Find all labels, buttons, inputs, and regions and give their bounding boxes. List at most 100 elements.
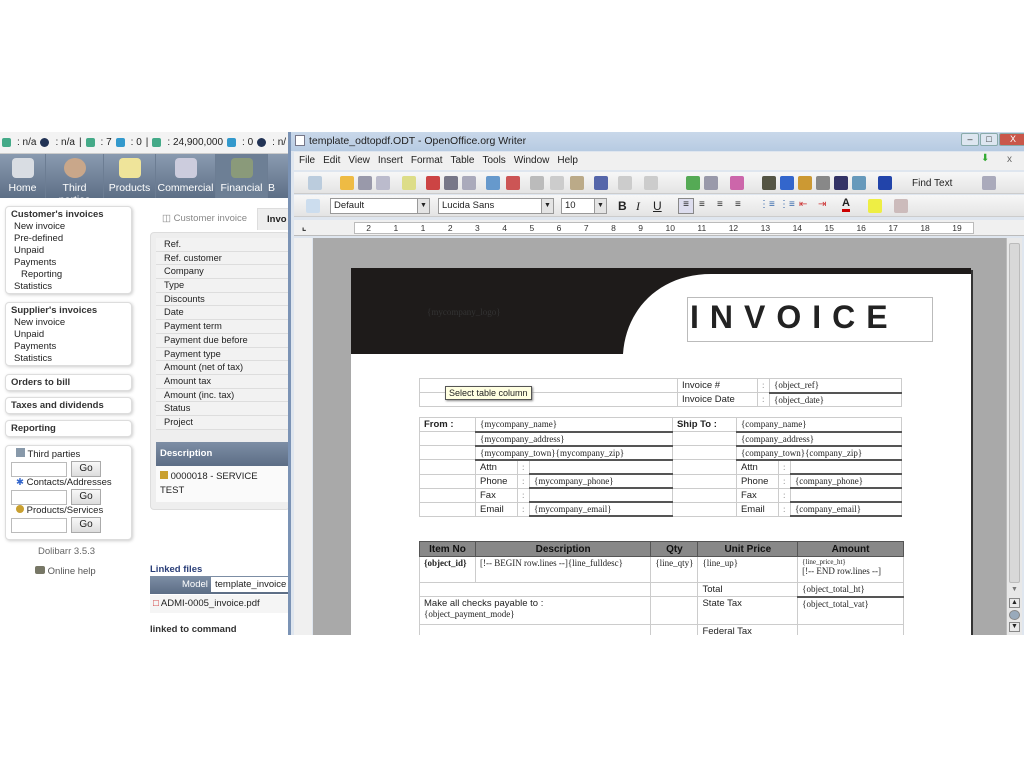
autospell-icon[interactable]: [506, 176, 520, 190]
tab-stop-icon[interactable]: ⌞: [302, 222, 306, 233]
close-document-icon[interactable]: x: [1007, 154, 1012, 165]
to-contact-value[interactable]: {company_email}: [789, 501, 903, 517]
scroll-down-icon[interactable]: ▼: [1011, 586, 1018, 593]
pdf-file-link[interactable]: □ ADMI-0005_invoice.pdf: [150, 595, 290, 613]
online-help-link[interactable]: Online help: [35, 566, 96, 577]
vertical-scrollbar[interactable]: ▼ ▲ ▼: [1006, 238, 1022, 635]
menu-title[interactable]: Customer's invoices: [11, 209, 126, 221]
item-description[interactable]: [!-- BEGIN row.lines --]{line_fulldesc}: [474, 556, 652, 583]
save-icon[interactable]: [358, 176, 372, 190]
tab-invoice[interactable]: Invo: [257, 208, 290, 230]
menu-item[interactable]: Payments: [11, 341, 126, 353]
menu-orders-to-bill[interactable]: Orders to bill: [5, 374, 132, 391]
font-color-icon[interactable]: A: [842, 197, 850, 212]
to-line[interactable]: {company_name}: [735, 417, 903, 433]
copy-icon[interactable]: [550, 176, 564, 190]
undo-icon[interactable]: [618, 176, 632, 190]
bullets-icon[interactable]: ⋮≡: [779, 199, 795, 210]
third-parties-search-input[interactable]: [11, 461, 67, 477]
to-contact-value[interactable]: [789, 459, 903, 475]
menu-edit[interactable]: Edit: [323, 155, 340, 170]
nav-home[interactable]: Home: [0, 154, 46, 198]
find-text-button[interactable]: Find Text: [912, 178, 952, 189]
from-line[interactable]: {mycompany_name}: [475, 417, 673, 433]
item-amount[interactable]: {line_price_ht} [!-- END row.lines --]: [797, 556, 904, 583]
previous-page-icon[interactable]: ▲: [1009, 598, 1020, 608]
menu-item[interactable]: New invoice: [11, 317, 126, 329]
column-header[interactable]: Amount: [797, 541, 904, 557]
minimize-button[interactable]: –: [961, 133, 979, 146]
font-size-select[interactable]: 10 ▼: [561, 198, 607, 214]
product-link[interactable]: 0000018 - SERVICE: [160, 470, 285, 484]
item-id[interactable]: {object_id}: [419, 556, 476, 583]
bold-button[interactable]: B: [618, 199, 627, 213]
nav-commercial[interactable]: Commercial: [156, 154, 216, 198]
navigator-icon[interactable]: [1009, 610, 1020, 620]
print-icon[interactable]: [444, 176, 458, 190]
draw-icon[interactable]: [730, 176, 744, 190]
scroll-thumb[interactable]: [1009, 243, 1020, 583]
from-line[interactable]: {mycompany_town}{mycompany_zip}: [475, 445, 673, 461]
justify-button[interactable]: ≡: [735, 199, 741, 210]
zoom-icon[interactable]: [852, 176, 866, 190]
item-unit-price[interactable]: {line_up}: [697, 556, 799, 583]
federal-tax-value[interactable]: [797, 624, 904, 635]
close-button[interactable]: X: [999, 133, 1024, 146]
hyperlink-icon[interactable]: [686, 176, 700, 190]
column-header[interactable]: Qty: [650, 541, 699, 557]
column-header[interactable]: Item No: [419, 541, 476, 557]
to-line[interactable]: {company_town}{company_zip}: [735, 445, 903, 461]
menu-insert[interactable]: Insert: [378, 155, 403, 170]
data-sources-icon[interactable]: [816, 176, 830, 190]
nonprinting-chars-icon[interactable]: [834, 176, 848, 190]
go-button[interactable]: Go: [71, 517, 101, 533]
cut-icon[interactable]: [530, 176, 544, 190]
menu-item[interactable]: Payments: [11, 257, 126, 269]
decrease-indent-icon[interactable]: ⇤: [799, 199, 807, 210]
menu-title[interactable]: Supplier's invoices: [11, 305, 126, 317]
menu-taxes[interactable]: Taxes and dividends: [5, 397, 132, 414]
menu-file[interactable]: File: [299, 155, 315, 170]
edit-mode-icon[interactable]: [402, 176, 416, 190]
paragraph-style-select[interactable]: Default ▼: [330, 198, 430, 214]
table-icon[interactable]: [704, 176, 718, 190]
new-icon[interactable]: [308, 176, 322, 190]
align-center-button[interactable]: ≡: [699, 199, 705, 210]
export-pdf-icon[interactable]: [426, 176, 440, 190]
menu-reporting[interactable]: Reporting: [5, 420, 132, 437]
page-preview-icon[interactable]: [462, 176, 476, 190]
menu-table[interactable]: Table: [451, 155, 475, 170]
from-contact-value[interactable]: [529, 487, 673, 503]
next-page-icon[interactable]: ▼: [1009, 622, 1020, 632]
background-color-icon[interactable]: [894, 199, 908, 213]
invoice-date-value[interactable]: {object_date}: [769, 392, 902, 407]
go-button[interactable]: Go: [71, 461, 101, 477]
maximize-button[interactable]: □: [980, 133, 998, 146]
nav-more[interactable]: B: [268, 154, 290, 198]
invoice-no-value[interactable]: {object_ref}: [769, 378, 902, 394]
menu-tools[interactable]: Tools: [482, 155, 505, 170]
format-paintbrush-icon[interactable]: [594, 176, 608, 190]
from-contact-value[interactable]: [529, 459, 673, 475]
menu-item[interactable]: Unpaid: [11, 245, 126, 257]
numbering-icon[interactable]: ⋮≡: [759, 199, 775, 210]
styles-icon[interactable]: [306, 199, 320, 213]
nav-financial[interactable]: Financial: [216, 154, 268, 198]
gallery-icon[interactable]: [798, 176, 812, 190]
nav-third-parties[interactable]: Third parties: [46, 154, 104, 206]
menu-view[interactable]: View: [348, 155, 370, 170]
menu-item[interactable]: New invoice: [11, 221, 126, 233]
underline-button[interactable]: U: [653, 199, 662, 213]
state-tax-value[interactable]: {object_total_vat}: [797, 596, 904, 625]
menu-window[interactable]: Window: [514, 155, 550, 170]
download-icon[interactable]: ⬇: [981, 153, 989, 164]
column-header[interactable]: Unit Price: [697, 541, 799, 557]
align-right-button[interactable]: ≡: [717, 199, 723, 210]
to-line[interactable]: {company_address}: [735, 431, 903, 447]
to-contact-value[interactable]: {company_phone}: [789, 473, 903, 489]
italic-button[interactable]: I: [636, 199, 640, 214]
email-icon[interactable]: [376, 176, 390, 190]
menu-item[interactable]: Pre-defined: [11, 233, 126, 245]
to-contact-value[interactable]: [789, 487, 903, 503]
model-select[interactable]: template_invoice: [211, 577, 291, 592]
